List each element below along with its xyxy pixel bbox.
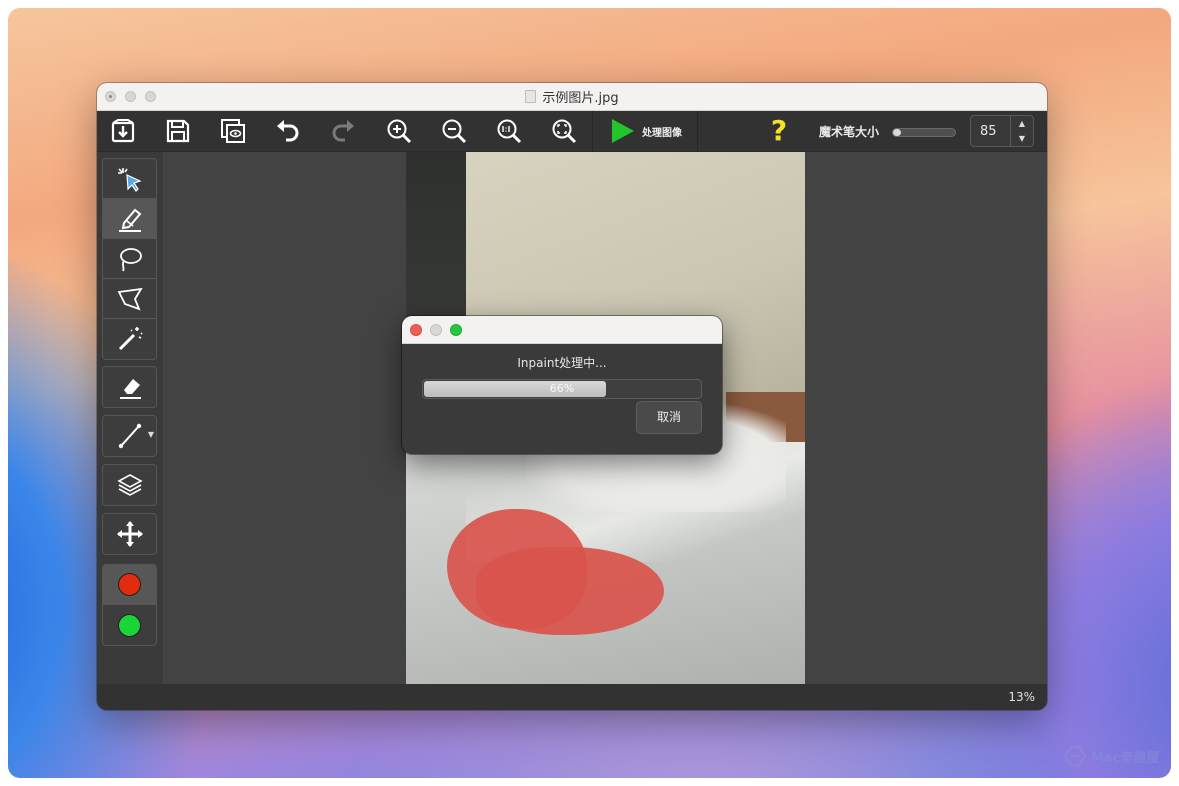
stepper-down-icon[interactable]: ▼ [1011,131,1033,146]
compare-button[interactable] [216,116,250,146]
zoom-out-button[interactable] [437,116,471,146]
brush-size-stepper[interactable]: ▲ ▼ [1010,116,1033,146]
toolbar-separator [592,111,593,151]
import-button[interactable] [106,116,140,146]
help-button[interactable]: ? [765,114,793,148]
brush-pen-icon [118,208,141,232]
cancel-button[interactable]: 取消 [636,401,702,434]
line-group: ▼ [102,415,157,457]
mask-region [476,547,664,635]
redo-icon [332,120,354,142]
watermark: Mac奇趣屋 [1063,745,1159,767]
line-icon [118,423,141,449]
redo-button[interactable] [326,116,360,146]
undo-button[interactable] [271,116,305,146]
watermark-text: Mac奇趣屋 [1091,750,1160,766]
undo-icon [277,120,299,142]
brush-size-label: 魔术笔大小 [819,125,880,139]
polygon-lasso-tool[interactable] [103,279,156,319]
slider-fill [893,129,901,136]
dialog-title-bar [402,316,722,344]
window-title: 示例图片.jpg [525,87,619,106]
chevron-down-icon[interactable]: ▼ [148,430,154,439]
move-group [102,513,157,555]
zoom-in-icon [387,119,412,144]
progress-percent: 66% [549,382,575,395]
brush-size-value: 85 [980,124,997,139]
eraser-group [102,366,157,408]
progress-dialog: Inpaint处理中... 66% 取消 [402,316,722,454]
select-tool[interactable] [103,159,156,199]
lasso-tool[interactable] [103,239,156,279]
eraser-tool[interactable] [103,367,156,407]
zoom-actual-icon [497,119,522,144]
toolbar: 处理图像 ? 魔术笔大小 85 ▲ ▼ [97,111,1047,152]
mask-color-group [102,564,157,646]
red-mask-color[interactable] [103,565,156,605]
toolbar-separator [697,111,698,151]
select-pointer-icon [117,167,142,192]
zoom-in-button[interactable] [382,116,416,146]
minimize-window-button[interactable] [125,91,136,102]
brush-tool[interactable] [103,199,156,239]
layers-tool[interactable] [103,465,156,505]
green-color-swatch [118,613,141,637]
minimize-dialog-button[interactable] [430,324,442,336]
zoom-fit-button[interactable] [547,116,581,146]
polygon-lasso-icon [117,287,143,311]
line-tool[interactable]: ▼ [103,416,156,456]
red-color-swatch [118,573,141,596]
close-dialog-button[interactable] [410,324,422,336]
save-button[interactable] [161,116,195,146]
watermark-logo-icon [1063,745,1087,767]
brush-size-input[interactable]: 85 ▲ ▼ [970,115,1034,147]
compare-icon [221,119,245,143]
brush-size-slider[interactable] [892,128,956,137]
zoom-actual-size-button[interactable] [492,116,526,146]
import-icon [111,119,135,143]
process-image-label: 处理图像 [642,127,682,139]
selection-tools-group [102,158,157,360]
progress-message: Inpaint处理中... [517,356,607,370]
zoom-fit-icon [552,119,577,144]
move-tool[interactable] [103,514,156,554]
lasso-icon [119,247,142,271]
zoom-level: 13% [1008,690,1035,704]
close-window-button[interactable] [105,91,116,102]
layers-group [102,464,157,506]
zoom-out-icon [442,119,467,144]
move-icon [116,521,143,547]
title-bar: 示例图片.jpg [97,83,1047,111]
zoom-dialog-button[interactable] [450,324,462,336]
process-image-button[interactable]: 处理图像 [602,114,694,148]
eraser-icon [119,379,141,399]
tool-sidebar: ▼ [97,152,163,684]
progress-bar: 66% [422,379,702,399]
document-icon [525,90,537,103]
save-icon [166,119,190,143]
status-bar: 13% [97,684,1047,710]
zoom-window-button[interactable] [145,91,156,102]
magic-wand-icon [118,327,143,351]
green-mask-color[interactable] [103,605,156,645]
play-icon [612,119,634,143]
magic-wand-tool[interactable] [103,319,156,359]
stepper-up-icon[interactable]: ▲ [1011,116,1033,131]
layers-icon [116,474,143,496]
